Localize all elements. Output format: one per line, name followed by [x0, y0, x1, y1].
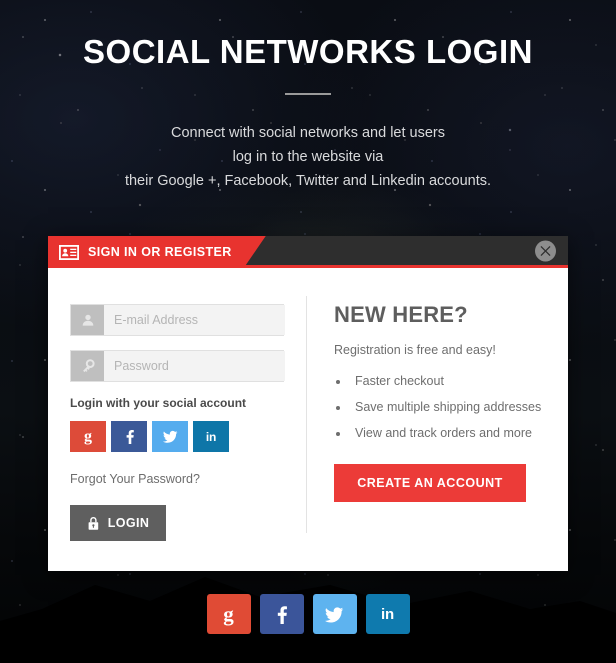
- social-login-google-plus-button[interactable]: g: [70, 421, 106, 452]
- modal-body: Login with your social account g in: [48, 268, 568, 571]
- footer-social-facebook-button[interactable]: [259, 594, 304, 634]
- linkedin-icon: in: [205, 429, 217, 444]
- benefit-item: View and track orders and more: [350, 426, 568, 440]
- login-button-label: LOGIN: [107, 516, 150, 530]
- login-button[interactable]: LOGIN: [70, 505, 166, 541]
- hero-line-1: Connect with social networks and let use…: [170, 125, 446, 141]
- register-pane: NEW HERE? Registration is free and easy!…: [307, 290, 568, 541]
- social-login-facebook-button[interactable]: [111, 421, 147, 452]
- benefit-item: Faster checkout: [350, 374, 568, 388]
- register-subtitle: Registration is free and easy!: [334, 343, 496, 357]
- footer-social-linkedin-button[interactable]: in: [365, 594, 410, 634]
- forgot-password-link[interactable]: Forgot Your Password?: [70, 472, 306, 486]
- login-pane: Login with your social account g in: [48, 290, 306, 541]
- vcard-icon: [59, 245, 79, 260]
- modal-tab-label: SIGN IN OR REGISTER: [88, 245, 232, 259]
- email-field[interactable]: [70, 304, 285, 336]
- social-login-linkedin-button[interactable]: in: [193, 421, 229, 452]
- twitter-icon: [162, 430, 177, 443]
- close-button[interactable]: [535, 240, 556, 261]
- password-field[interactable]: [70, 350, 285, 382]
- user-icon: [71, 305, 104, 335]
- hero-line-2: log in to the website via: [232, 149, 384, 165]
- hero-line-3: their Google +, Facebook, Twitter and Li…: [124, 173, 492, 189]
- benefit-list: Faster checkout Save multiple shipping a…: [350, 374, 568, 440]
- page-title: SOCIAL NETWORKS LOGIN: [83, 33, 533, 70]
- password-input[interactable]: [104, 351, 285, 381]
- social-login-twitter-button[interactable]: [152, 421, 188, 452]
- facebook-icon: [277, 605, 287, 624]
- google-plus-icon: g: [223, 601, 234, 626]
- facebook-icon: [126, 430, 134, 444]
- modal-tab: SIGN IN OR REGISTER: [48, 236, 266, 268]
- social-login-row: g in: [70, 421, 306, 452]
- hero-section: SOCIAL NETWORKS LOGIN Connect with socia…: [0, 0, 616, 193]
- google-plus-icon: g: [84, 427, 92, 445]
- create-account-button[interactable]: CREATE AN ACCOUNT: [334, 464, 526, 502]
- lock-icon: [88, 516, 98, 530]
- modal-header: SIGN IN OR REGISTER: [48, 236, 568, 268]
- benefit-item: Save multiple shipping addresses: [350, 400, 568, 414]
- close-icon: [540, 245, 551, 256]
- key-icon: [71, 351, 104, 381]
- footer-social-google-plus-button[interactable]: g: [206, 594, 251, 634]
- sign-in-modal: SIGN IN OR REGISTER E-mail Address Login…: [48, 236, 568, 571]
- hero-description: Connect with social networks and let use…: [0, 121, 616, 193]
- twitter-icon: [325, 606, 344, 622]
- footer-social-twitter-button[interactable]: [312, 594, 357, 634]
- social-login-label: Login with your social account: [70, 396, 247, 410]
- footer-social-row: g in: [0, 594, 616, 634]
- register-title: NEW HERE?: [334, 302, 468, 327]
- email-input[interactable]: [104, 305, 285, 335]
- linkedin-icon: in: [381, 605, 394, 623]
- title-divider: [285, 93, 331, 95]
